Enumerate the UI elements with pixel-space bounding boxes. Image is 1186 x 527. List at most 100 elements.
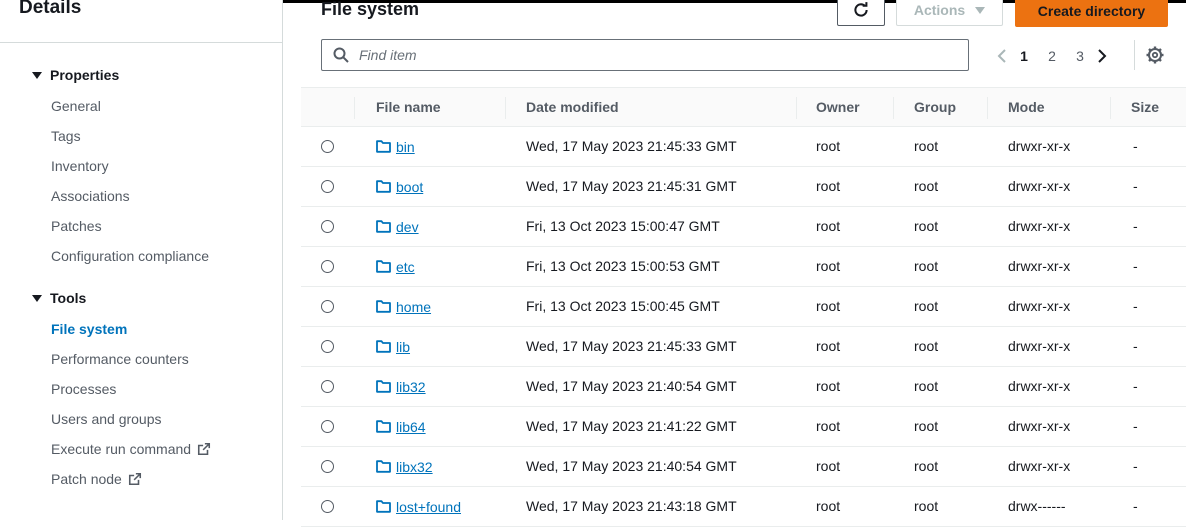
section-tools[interactable]: Tools <box>32 290 86 306</box>
sidebar-item-patches[interactable]: Patches <box>51 218 102 234</box>
row-select-radio[interactable] <box>321 380 334 393</box>
row-select-radio[interactable] <box>321 180 334 193</box>
table-row[interactable]: bin Wed, 17 May 2023 21:45:33 GMT root r… <box>301 127 1186 167</box>
mode-cell: drwxr-xr-x <box>1008 378 1071 394</box>
size-cell: - <box>1133 298 1138 314</box>
sidebar-title: Details <box>19 0 82 18</box>
table-row[interactable]: boot Wed, 17 May 2023 21:45:31 GMT root … <box>301 167 1186 207</box>
table-row[interactable]: lib32 Wed, 17 May 2023 21:40:54 GMT root… <box>301 367 1186 407</box>
size-cell: - <box>1133 218 1138 234</box>
row-select-radio[interactable] <box>321 140 334 153</box>
page-3-button[interactable]: 3 <box>1066 48 1094 64</box>
file-name-link[interactable]: lib32 <box>396 379 426 395</box>
folder-icon <box>376 220 391 233</box>
column-divider <box>1110 97 1111 119</box>
previous-page-button[interactable] <box>994 45 1010 67</box>
mode-cell: drwxr-xr-x <box>1008 138 1071 154</box>
size-cell: - <box>1133 138 1138 154</box>
file-name-cell: lib <box>376 327 410 366</box>
folder-icon <box>376 500 391 513</box>
group-cell: root <box>914 378 939 394</box>
owner-cell: root <box>816 178 841 194</box>
file-name-link[interactable]: lib64 <box>396 419 426 435</box>
row-select-radio[interactable] <box>321 300 334 313</box>
mode-cell: drwxr-xr-x <box>1008 458 1071 474</box>
next-page-button[interactable] <box>1094 45 1110 67</box>
date-modified-cell: Wed, 17 May 2023 21:45:33 GMT <box>526 138 737 154</box>
table-row[interactable]: lib64 Wed, 17 May 2023 21:41:22 GMT root… <box>301 407 1186 447</box>
file-name-link[interactable]: libx32 <box>396 459 433 475</box>
column-divider <box>354 97 355 119</box>
column-header-file-name[interactable]: File name <box>376 88 441 126</box>
file-name-link[interactable]: bin <box>396 139 415 155</box>
date-modified-cell: Fri, 13 Oct 2023 15:00:45 GMT <box>526 298 720 314</box>
file-name-cell: etc <box>376 247 415 286</box>
file-name-cell: lost+found <box>376 487 461 526</box>
sidebar-item-file-system[interactable]: File system <box>51 321 127 337</box>
owner-cell: root <box>816 218 841 234</box>
sidebar-item-tags[interactable]: Tags <box>51 128 81 144</box>
table-row[interactable]: lost+found Wed, 17 May 2023 21:43:18 GMT… <box>301 487 1186 527</box>
row-select-radio[interactable] <box>321 460 334 473</box>
details-sidebar: Details Properties General Tags Inventor… <box>0 0 283 520</box>
sidebar-item-execute-run-command[interactable]: Execute run command <box>51 441 211 457</box>
folder-icon <box>376 340 391 353</box>
file-name-cell: lib32 <box>376 367 426 406</box>
sidebar-item-patch-node[interactable]: Patch node <box>51 471 142 487</box>
sidebar-item-configuration-compliance[interactable]: Configuration compliance <box>51 248 209 264</box>
table-row[interactable]: libx32 Wed, 17 May 2023 21:40:54 GMT roo… <box>301 447 1186 487</box>
search-icon <box>333 47 349 63</box>
file-name-cell: home <box>376 287 431 326</box>
column-divider <box>796 97 797 119</box>
refresh-icon <box>854 2 868 17</box>
group-cell: root <box>914 218 939 234</box>
group-cell: root <box>914 138 939 154</box>
file-name-link[interactable]: lib <box>396 339 410 355</box>
column-header-date-modified[interactable]: Date modified <box>526 88 619 126</box>
file-name-link[interactable]: etc <box>396 259 415 275</box>
chevron-left-icon <box>997 49 1006 63</box>
owner-cell: root <box>816 138 841 154</box>
row-select-radio[interactable] <box>321 420 334 433</box>
sidebar-item-processes[interactable]: Processes <box>51 381 116 397</box>
sidebar-item-users-and-groups[interactable]: Users and groups <box>51 411 162 427</box>
mode-cell: drwxr-xr-x <box>1008 178 1071 194</box>
section-properties[interactable]: Properties <box>32 67 119 83</box>
actions-dropdown[interactable]: Actions <box>896 0 1003 26</box>
file-name-link[interactable]: lost+found <box>396 499 461 515</box>
column-header-group[interactable]: Group <box>914 88 956 126</box>
refresh-button[interactable] <box>837 0 885 26</box>
row-select-radio[interactable] <box>321 260 334 273</box>
file-name-link[interactable]: home <box>396 299 431 315</box>
row-select-radio[interactable] <box>321 220 334 233</box>
table-row[interactable]: etc Fri, 13 Oct 2023 15:00:53 GMT root r… <box>301 247 1186 287</box>
row-select-radio[interactable] <box>321 500 334 513</box>
column-divider <box>893 97 894 119</box>
table-row[interactable]: dev Fri, 13 Oct 2023 15:00:47 GMT root r… <box>301 207 1186 247</box>
page-2-button[interactable]: 2 <box>1038 48 1066 64</box>
table-row[interactable]: lib Wed, 17 May 2023 21:45:33 GMT root r… <box>301 327 1186 367</box>
column-header-mode[interactable]: Mode <box>1008 88 1045 126</box>
folder-icon <box>376 460 391 473</box>
mode-cell: drwxr-xr-x <box>1008 258 1071 274</box>
file-name-link[interactable]: boot <box>396 179 423 195</box>
column-divider <box>987 97 988 119</box>
column-header-owner[interactable]: Owner <box>816 88 860 126</box>
file-name-link[interactable]: dev <box>396 219 419 235</box>
search-input[interactable] <box>357 46 941 64</box>
page-1-button[interactable]: 1 <box>1010 48 1038 64</box>
table-row[interactable]: home Fri, 13 Oct 2023 15:00:45 GMT root … <box>301 287 1186 327</box>
sidebar-item-general[interactable]: General <box>51 98 101 114</box>
owner-cell: root <box>816 498 841 514</box>
gear-icon[interactable] <box>1145 45 1165 65</box>
sidebar-divider <box>0 42 282 43</box>
sidebar-item-associations[interactable]: Associations <box>51 188 130 204</box>
file-name-cell: libx32 <box>376 447 433 486</box>
date-modified-cell: Fri, 13 Oct 2023 15:00:47 GMT <box>526 218 720 234</box>
sidebar-item-performance-counters[interactable]: Performance counters <box>51 351 189 367</box>
folder-icon <box>376 260 391 273</box>
create-directory-button[interactable]: Create directory <box>1015 0 1168 27</box>
sidebar-item-inventory[interactable]: Inventory <box>51 158 109 174</box>
row-select-radio[interactable] <box>321 340 334 353</box>
column-header-size[interactable]: Size <box>1131 88 1159 126</box>
